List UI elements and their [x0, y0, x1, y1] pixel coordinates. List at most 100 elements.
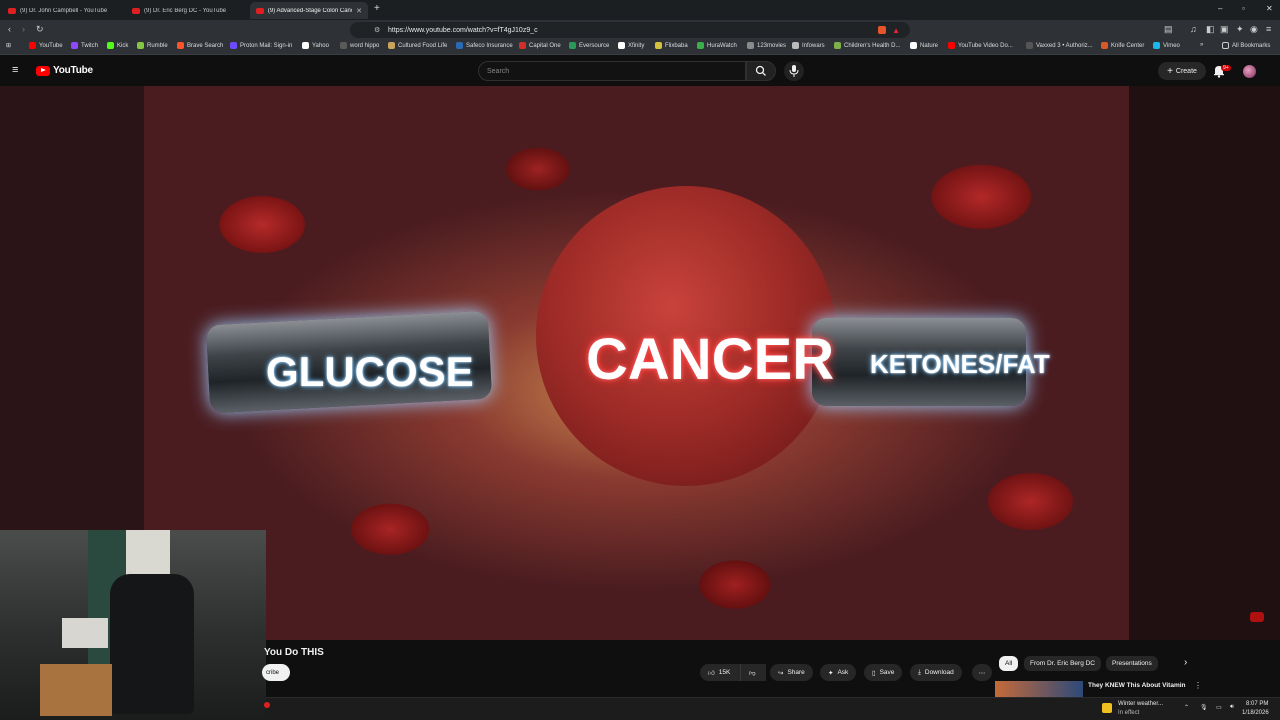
bookmark-item[interactable]: Brave Search — [177, 42, 223, 49]
bookmark-item[interactable]: Twitch — [71, 42, 98, 49]
share-button[interactable]: ↪ Share — [770, 664, 813, 681]
tab-dr-john-campbell[interactable]: (9) Dr. John Campbell - YouTube — [2, 2, 124, 19]
webcam-overlay — [0, 530, 266, 720]
youtube-logo[interactable]: YouTube — [36, 65, 93, 76]
weather-title[interactable]: Winter weather... — [1118, 701, 1163, 707]
bookmark-item[interactable]: Children's Health D... — [834, 42, 901, 49]
search-placeholder: Search — [487, 67, 510, 75]
safeco-icon — [456, 42, 463, 49]
search-button[interactable] — [746, 61, 776, 81]
bookmark-item[interactable]: word hippo — [340, 42, 379, 49]
bookmark-item[interactable]: 123movies — [747, 42, 786, 49]
logo-text: YouTube — [53, 65, 93, 76]
tab-active-video[interactable]: (9) Advanced-Stage Colon Canc ✕ — [250, 2, 368, 19]
all-bookmarks[interactable]: All Bookmarks — [1222, 42, 1270, 49]
dislike-button[interactable]: 👎︎ — [740, 664, 766, 681]
apps-icon[interactable]: ⊞ — [6, 42, 11, 49]
create-label: Create — [1175, 67, 1197, 75]
bookmark-item[interactable]: Flixbaba — [655, 42, 688, 49]
sidebar-icon[interactable]: ▤ — [1164, 24, 1173, 35]
bookmark-item[interactable]: YouTube Video Do... — [948, 42, 1013, 49]
network-icon[interactable]: ▭ — [1216, 704, 1222, 711]
thumbnail-word-cancer: CANCER — [586, 327, 835, 392]
youtube-watermark-icon[interactable] — [1250, 612, 1264, 622]
create-button[interactable]: + Create — [1158, 62, 1206, 80]
close-window-icon[interactable]: ✕ — [1266, 4, 1273, 13]
bookmark-item[interactable]: Vaxxed 3 • Authoriz... — [1026, 42, 1093, 49]
restore-icon[interactable]: ▫ — [1242, 4, 1245, 13]
like-count: 15K — [718, 669, 731, 676]
weather-icon[interactable] — [1102, 703, 1112, 713]
music-icon[interactable]: ♫ — [1190, 24, 1197, 34]
chip-all[interactable]: All — [999, 656, 1019, 671]
chips-next-icon[interactable]: › — [1184, 657, 1187, 668]
bookmark-item[interactable]: Safeco Insurance — [456, 42, 513, 49]
menu-icon[interactable]: ≡ — [1266, 24, 1271, 34]
recommendation-menu-icon[interactable]: ⋮ — [1194, 681, 1202, 690]
address-bar[interactable]: ⚙ https://www.youtube.com/watch?v=fT4gJ1… — [350, 22, 910, 38]
bookmark-item[interactable]: Kick — [107, 42, 128, 49]
tray-overflow-icon[interactable]: ⌃ — [1184, 704, 1189, 711]
bookmark-item[interactable]: Cultured Food Life — [388, 42, 447, 49]
leo-ai-icon[interactable]: ✦ — [1236, 24, 1244, 35]
bookmark-item[interactable]: YouTube — [29, 42, 63, 49]
tab-dr-eric-berg[interactable]: (9) Dr. Eric Berg DC - YouTube — [126, 2, 248, 19]
recommendation-thumbnail[interactable] — [995, 681, 1083, 697]
video-title: You Do THIS — [264, 647, 324, 658]
bookmark-item[interactable]: Capital One — [519, 42, 561, 49]
bookmark-item[interactable]: Knife Center — [1101, 42, 1144, 49]
account-avatar[interactable] — [1243, 65, 1256, 78]
forward-icon[interactable]: › — [22, 24, 25, 34]
subscribe-button[interactable]: cribe — [262, 664, 290, 681]
mic-tray-icon[interactable]: 🎙︎ — [1200, 704, 1208, 711]
reload-icon[interactable]: ↻ — [36, 24, 44, 35]
close-tab-icon[interactable]: ✕ — [356, 7, 362, 15]
more-bookmarks-icon[interactable]: » — [1200, 42, 1203, 48]
wallet-icon[interactable]: ▣ — [1220, 24, 1229, 35]
brave-shield-icon[interactable] — [878, 26, 886, 34]
ask-label: Ask — [837, 669, 849, 676]
save-button[interactable]: ▯ Save — [864, 664, 903, 681]
new-tab-icon[interactable]: + — [374, 3, 380, 14]
youtube-taskbar-icon[interactable] — [264, 702, 270, 708]
panel-icon[interactable]: ◧ — [1206, 24, 1215, 35]
subscribe-label: cribe — [266, 669, 280, 676]
video-frame[interactable]: GLUCOSE CANCER KETONES/FAT — [144, 86, 1129, 640]
search-input[interactable]: Search — [478, 61, 746, 81]
youtube-favicon-icon — [8, 7, 16, 14]
site-info-icon[interactable]: ⚙ — [374, 26, 380, 34]
bookmark-item[interactable]: Xfinity — [618, 42, 644, 49]
minimize-icon[interactable]: – — [1218, 4, 1222, 13]
share-label: Share — [787, 669, 805, 676]
clock-date[interactable]: 1/18/2026 — [1242, 710, 1269, 716]
bookmark-item[interactable]: Proton Mail: Sign-in — [230, 42, 292, 49]
brave-rewards-icon[interactable]: ▲ — [892, 26, 900, 35]
ask-button[interactable]: ✦ Ask — [820, 664, 857, 681]
back-icon[interactable]: ‹ — [8, 24, 11, 34]
bookmark-item[interactable]: Nature — [910, 42, 938, 49]
recommendation-title[interactable]: They KNEW This About Vitamin — [1088, 682, 1186, 689]
vpn-icon[interactable]: ◉ — [1250, 24, 1258, 35]
webcam-chair — [110, 574, 194, 714]
clock-time[interactable]: 8:07 PM — [1246, 701, 1268, 707]
more-actions-button[interactable]: ⋯ — [972, 664, 992, 681]
bookmark-item[interactable]: Rumble — [137, 42, 168, 49]
bookmark-item[interactable]: Infowars — [792, 42, 825, 49]
bookmark-item[interactable]: Vimeo — [1153, 42, 1180, 49]
brave-search-icon — [177, 42, 184, 49]
volume-icon[interactable]: 🔊︎ — [1230, 704, 1234, 711]
download-button[interactable]: ⤓ Download — [910, 664, 962, 681]
voice-search-button[interactable] — [784, 61, 804, 81]
chip-presentations[interactable]: Presentations — [1106, 656, 1158, 671]
plus-icon: + — [1167, 65, 1173, 77]
browser-tab-strip: (9) Dr. John Campbell - YouTube (9) Dr. … — [0, 0, 1280, 20]
bookmark-item[interactable]: Yahoo — [302, 42, 329, 49]
hurawatch-icon — [697, 42, 704, 49]
hamburger-menu-icon[interactable]: ≡ — [12, 64, 18, 76]
proton-icon — [230, 42, 237, 49]
bookmark-item[interactable]: Eversource — [569, 42, 609, 49]
chip-from-channel[interactable]: From Dr. Eric Berg DC — [1024, 656, 1102, 671]
thumbs-up-icon: 👍︎ — [708, 669, 715, 677]
cultured-food-icon — [388, 42, 395, 49]
bookmark-item[interactable]: HuraWatch — [697, 42, 737, 49]
